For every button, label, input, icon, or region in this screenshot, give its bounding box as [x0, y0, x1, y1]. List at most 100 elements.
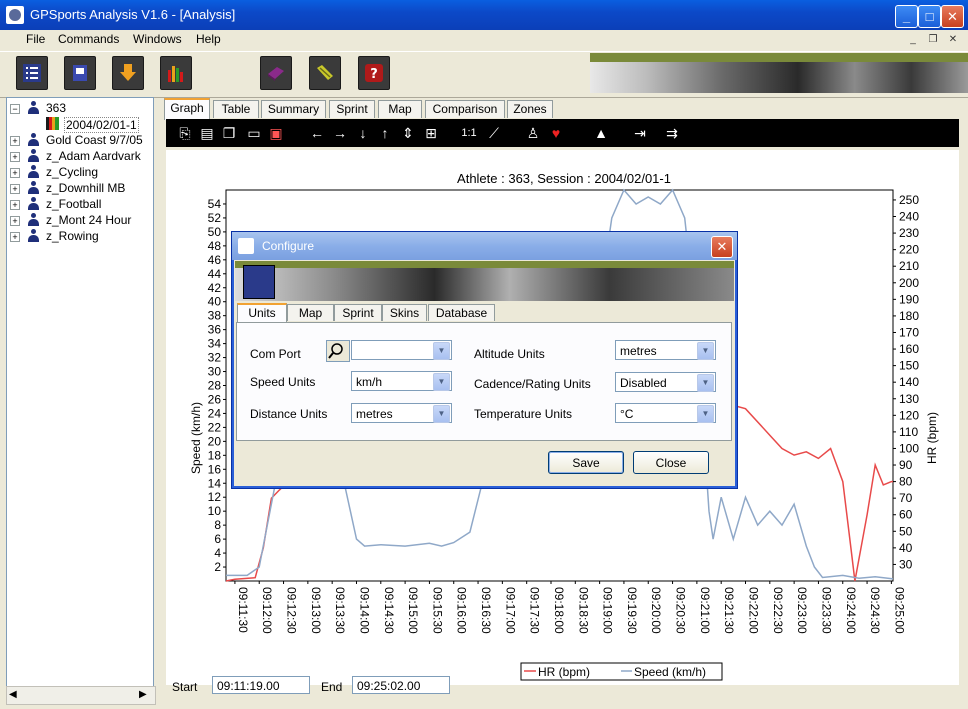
chevron-down-icon[interactable]: ▼: [697, 342, 714, 360]
speed-units-select[interactable]: km/h ▼: [351, 371, 452, 391]
save-icon[interactable]: ▭: [246, 125, 262, 141]
configure-button[interactable]: [16, 56, 48, 90]
com-port-search-button[interactable]: [326, 340, 350, 362]
mdi-minimize-button[interactable]: _: [906, 33, 920, 46]
mdi-restore-button[interactable]: ❐: [926, 33, 940, 46]
book-button[interactable]: [260, 56, 292, 90]
chart-button[interactable]: [160, 56, 192, 90]
y-tick-label: 28: [208, 379, 222, 393]
scroll-right-icon[interactable]: ▶: [139, 689, 147, 700]
pdf-icon[interactable]: ▣: [268, 125, 284, 141]
cadence-units-select[interactable]: Disabled ▼: [615, 372, 716, 392]
chevron-down-icon[interactable]: ▼: [697, 374, 714, 392]
legend-speed-label: Speed (km/h): [634, 665, 706, 679]
chevron-down-icon[interactable]: ▼: [433, 342, 450, 360]
expand-toggle[interactable]: +: [10, 136, 20, 146]
chevron-down-icon[interactable]: ▼: [697, 405, 714, 423]
expand-toggle[interactable]: +: [10, 216, 20, 226]
dialog-close-button[interactable]: ✕: [711, 236, 733, 258]
athlete-tree: − 363 2004/02/01-1 + Gold Coast 9/7/05 +…: [6, 97, 154, 687]
arrow-right-icon[interactable]: →: [332, 125, 348, 141]
maximize-button[interactable]: □: [918, 5, 941, 28]
print-icon[interactable]: ▤: [199, 125, 215, 141]
dialog-tab-map[interactable]: Map: [287, 304, 334, 321]
tree-item-label: z_Football: [46, 197, 102, 211]
export-icon[interactable]: ⎘: [177, 125, 193, 141]
menu-file[interactable]: File: [26, 32, 45, 46]
distance-units-select[interactable]: metres ▼: [351, 403, 452, 423]
x-tick-label: 09:21:00: [698, 587, 712, 634]
x-tick-label: 09:22:00: [746, 587, 760, 634]
y-tick-label: 36: [208, 323, 222, 337]
chart-legend: HR (bpm) Speed (km/h): [520, 662, 723, 681]
window-title: GPSports Analysis V1.6 - [Analysis]: [30, 7, 236, 22]
end-time-field[interactable]: 09:25:02.00: [352, 676, 450, 694]
heart-icon[interactable]: ♥: [548, 125, 564, 141]
y2-tick-label: 230: [899, 226, 919, 240]
dialog-tab-units[interactable]: Units: [237, 303, 287, 323]
tab-table[interactable]: Table: [213, 100, 259, 118]
dialog-tab-database[interactable]: Database: [428, 304, 495, 321]
gps-unit-button[interactable]: [309, 56, 341, 90]
tab-graph[interactable]: Graph: [164, 98, 210, 120]
line-chart-icon[interactable]: ⟋: [486, 125, 502, 141]
tab-comparison[interactable]: Comparison: [425, 100, 505, 118]
fit-all-icon[interactable]: ⊞: [423, 125, 439, 141]
expand-toggle[interactable]: +: [10, 152, 20, 162]
collapse-toggle[interactable]: −: [10, 104, 20, 114]
y-tick-label: 12: [208, 490, 222, 504]
close-button[interactable]: ✕: [941, 5, 964, 28]
arrow-up-icon[interactable]: ↑: [377, 125, 393, 141]
altitude-icon[interactable]: ▲: [593, 125, 609, 141]
save-button[interactable]: Save: [548, 451, 624, 474]
arrow-left-icon[interactable]: ←: [309, 125, 325, 141]
gps-unit-icon: [317, 65, 333, 80]
move-right-icon[interactable]: ⇥: [632, 125, 648, 141]
dialog-tab-sprint[interactable]: Sprint: [334, 304, 382, 321]
y2-tick-label: 200: [899, 276, 919, 290]
expand-toggle[interactable]: +: [10, 168, 20, 178]
session-chart-icon: [46, 117, 59, 130]
mdi-close-button[interactable]: ✕: [946, 33, 960, 46]
expand-toggle[interactable]: +: [10, 232, 20, 242]
menu-commands[interactable]: Commands: [58, 32, 119, 46]
temperature-units-value: °C: [620, 407, 634, 421]
y2-tick-label: 210: [899, 259, 919, 273]
help-icon: ?: [365, 64, 383, 82]
y-tick-label: 10: [208, 504, 222, 518]
x-tick-label: 09:13:30: [333, 587, 347, 634]
tab-zones[interactable]: Zones: [507, 100, 553, 118]
menu-help[interactable]: Help: [196, 32, 221, 46]
tab-map[interactable]: Map: [378, 100, 422, 118]
x-tick-label: 09:16:00: [455, 587, 469, 634]
expand-toggle[interactable]: +: [10, 200, 20, 210]
download-arrow-icon: [120, 64, 136, 81]
altitude-units-select[interactable]: metres ▼: [615, 340, 716, 360]
help-button[interactable]: ?: [358, 56, 390, 90]
com-port-select[interactable]: ▼: [351, 340, 452, 360]
tree-horizontal-scrollbar[interactable]: ◀ ▶: [6, 686, 156, 705]
minimize-button[interactable]: _: [895, 5, 918, 28]
tab-summary[interactable]: Summary: [261, 100, 326, 118]
fast-forward-icon[interactable]: ⇉: [664, 125, 680, 141]
notebook-button[interactable]: [64, 56, 96, 90]
download-button[interactable]: [112, 56, 144, 90]
copy-icon[interactable]: ❐: [221, 125, 237, 141]
close-dialog-button[interactable]: Close: [633, 451, 709, 474]
dialog-title: Configure: [262, 239, 315, 253]
dialog-tab-skins[interactable]: Skins: [382, 304, 427, 321]
start-time-field[interactable]: 09:11:19.00: [212, 676, 310, 694]
expand-toggle[interactable]: +: [10, 184, 20, 194]
expand-vertical-icon[interactable]: ⇕: [400, 125, 416, 141]
athlete-figure-icon[interactable]: ♙: [525, 125, 541, 141]
tab-sprint[interactable]: Sprint: [329, 100, 375, 118]
y2-tick-label: 40: [899, 541, 913, 555]
scroll-left-icon[interactable]: ◀: [9, 689, 17, 700]
temperature-units-select[interactable]: °C ▼: [615, 403, 716, 423]
chevron-down-icon[interactable]: ▼: [433, 373, 450, 391]
menu-windows[interactable]: Windows: [133, 32, 182, 46]
arrow-down-icon[interactable]: ↓: [355, 125, 371, 141]
y-tick-label: 42: [208, 281, 222, 295]
scale-icon[interactable]: 1:1: [461, 125, 477, 141]
chevron-down-icon[interactable]: ▼: [433, 405, 450, 423]
